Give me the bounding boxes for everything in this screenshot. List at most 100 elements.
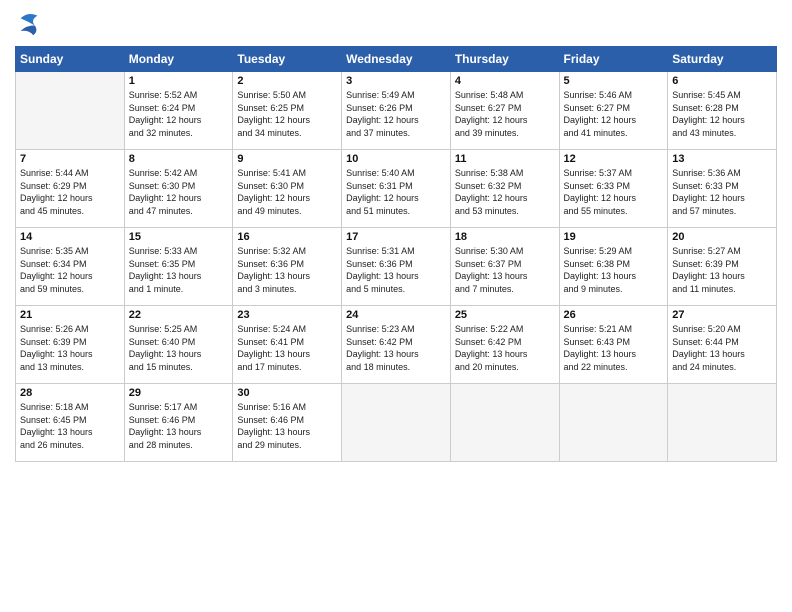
calendar-cell: 10Sunrise: 5:40 AM Sunset: 6:31 PM Dayli… [342,150,451,228]
logo [15,10,47,38]
calendar-cell: 21Sunrise: 5:26 AM Sunset: 6:39 PM Dayli… [16,306,125,384]
day-info: Sunrise: 5:22 AM Sunset: 6:42 PM Dayligh… [455,323,555,373]
day-number: 25 [455,309,555,321]
calendar-cell: 9 Sunrise: 5:41 AM Sunset: 6:30 PM Daylig… [233,150,342,228]
calendar-cell: 11 Sunrise: 5:38 AM Sunset: 6:32 PM Dayli… [450,150,559,228]
header [15,10,777,38]
day-number: 9 [237,153,337,165]
day-info: Sunrise: 5:27 AM Sunset: 6:39 PM Dayligh… [672,245,772,295]
calendar-cell [342,384,451,462]
day-info: Sunrise: 5:17 AM Sunset: 6:46 PM Dayligh… [129,401,229,451]
calendar-cell: 17Sunrise: 5:31 AM Sunset: 6:36 PM Dayli… [342,228,451,306]
calendar-cell: 20 Sunrise: 5:27 AM Sunset: 6:39 PM Dayli… [668,228,777,306]
day-info: Sunrise: 5:52 AM Sunset: 6:24 PM Dayligh… [129,89,229,139]
weekday-header: Thursday [450,47,559,72]
day-number: 20 [672,231,772,243]
calendar-week-row: 1 Sunrise: 5:52 AM Sunset: 6:24 PM Daylig… [16,72,777,150]
day-info: Sunrise: 5:42 AM Sunset: 6:30 PM Dayligh… [129,167,229,217]
day-number: 27 [672,309,772,321]
calendar-cell: 25 Sunrise: 5:22 AM Sunset: 6:42 PM Dayli… [450,306,559,384]
calendar-week-row: 21Sunrise: 5:26 AM Sunset: 6:39 PM Dayli… [16,306,777,384]
weekday-header: Sunday [16,47,125,72]
day-info: Sunrise: 5:48 AM Sunset: 6:27 PM Dayligh… [455,89,555,139]
calendar-cell: 24 Sunrise: 5:23 AM Sunset: 6:42 PM Dayli… [342,306,451,384]
calendar-cell: 12 Sunrise: 5:37 AM Sunset: 6:33 PM Dayli… [559,150,668,228]
day-info: Sunrise: 5:16 AM Sunset: 6:46 PM Dayligh… [237,401,337,451]
day-number: 24 [346,309,446,321]
calendar-body: 1 Sunrise: 5:52 AM Sunset: 6:24 PM Daylig… [16,72,777,462]
calendar-cell: 4 Sunrise: 5:48 AM Sunset: 6:27 PM Daylig… [450,72,559,150]
day-info: Sunrise: 5:49 AM Sunset: 6:26 PM Dayligh… [346,89,446,139]
calendar-cell [16,72,125,150]
day-info: Sunrise: 5:37 AM Sunset: 6:33 PM Dayligh… [564,167,664,217]
day-number: 7 [20,153,120,165]
calendar-cell: 28 Sunrise: 5:18 AM Sunset: 6:45 PM Dayli… [16,384,125,462]
day-number: 28 [20,387,120,399]
day-info: Sunrise: 5:35 AM Sunset: 6:34 PM Dayligh… [20,245,120,295]
day-info: Sunrise: 5:25 AM Sunset: 6:40 PM Dayligh… [129,323,229,373]
calendar-cell: 1 Sunrise: 5:52 AM Sunset: 6:24 PM Daylig… [124,72,233,150]
day-number: 10 [346,153,446,165]
calendar-cell: 14 Sunrise: 5:35 AM Sunset: 6:34 PM Dayli… [16,228,125,306]
calendar-cell [559,384,668,462]
calendar-week-row: 28 Sunrise: 5:18 AM Sunset: 6:45 PM Dayli… [16,384,777,462]
day-number: 8 [129,153,229,165]
day-info: Sunrise: 5:46 AM Sunset: 6:27 PM Dayligh… [564,89,664,139]
day-info: Sunrise: 5:30 AM Sunset: 6:37 PM Dayligh… [455,245,555,295]
page: SundayMondayTuesdayWednesdayThursdayFrid… [0,0,792,612]
calendar-cell: 19 Sunrise: 5:29 AM Sunset: 6:38 PM Dayli… [559,228,668,306]
day-number: 17 [346,231,446,243]
weekday-header: Saturday [668,47,777,72]
day-number: 30 [237,387,337,399]
day-info: Sunrise: 5:26 AM Sunset: 6:39 PM Dayligh… [20,323,120,373]
day-number: 4 [455,75,555,87]
weekday-header: Tuesday [233,47,342,72]
weekday-row: SundayMondayTuesdayWednesdayThursdayFrid… [16,47,777,72]
calendar-cell: 13Sunrise: 5:36 AM Sunset: 6:33 PM Dayli… [668,150,777,228]
day-number: 5 [564,75,664,87]
calendar-cell: 16 Sunrise: 5:32 AM Sunset: 6:36 PM Dayli… [233,228,342,306]
day-number: 14 [20,231,120,243]
day-number: 6 [672,75,772,87]
day-info: Sunrise: 5:18 AM Sunset: 6:45 PM Dayligh… [20,401,120,451]
calendar-header: SundayMondayTuesdayWednesdayThursdayFrid… [16,47,777,72]
calendar-table: SundayMondayTuesdayWednesdayThursdayFrid… [15,46,777,462]
day-number: 22 [129,309,229,321]
day-number: 15 [129,231,229,243]
calendar-week-row: 7Sunrise: 5:44 AM Sunset: 6:29 PM Daylig… [16,150,777,228]
day-info: Sunrise: 5:21 AM Sunset: 6:43 PM Dayligh… [564,323,664,373]
day-info: Sunrise: 5:24 AM Sunset: 6:41 PM Dayligh… [237,323,337,373]
day-info: Sunrise: 5:38 AM Sunset: 6:32 PM Dayligh… [455,167,555,217]
day-number: 18 [455,231,555,243]
calendar-cell: 6 Sunrise: 5:45 AM Sunset: 6:28 PM Daylig… [668,72,777,150]
day-number: 1 [129,75,229,87]
day-number: 16 [237,231,337,243]
day-number: 19 [564,231,664,243]
calendar-cell: 29 Sunrise: 5:17 AM Sunset: 6:46 PM Dayli… [124,384,233,462]
calendar-cell: 27 Sunrise: 5:20 AM Sunset: 6:44 PM Dayli… [668,306,777,384]
calendar-cell: 5 Sunrise: 5:46 AM Sunset: 6:27 PM Daylig… [559,72,668,150]
day-info: Sunrise: 5:33 AM Sunset: 6:35 PM Dayligh… [129,245,229,295]
weekday-header: Monday [124,47,233,72]
day-number: 13 [672,153,772,165]
day-info: Sunrise: 5:45 AM Sunset: 6:28 PM Dayligh… [672,89,772,139]
calendar-cell: 3 Sunrise: 5:49 AM Sunset: 6:26 PM Daylig… [342,72,451,150]
day-number: 3 [346,75,446,87]
day-info: Sunrise: 5:20 AM Sunset: 6:44 PM Dayligh… [672,323,772,373]
day-number: 23 [237,309,337,321]
calendar-cell [668,384,777,462]
calendar-cell: 8 Sunrise: 5:42 AM Sunset: 6:30 PM Daylig… [124,150,233,228]
day-number: 12 [564,153,664,165]
calendar-cell: 18 Sunrise: 5:30 AM Sunset: 6:37 PM Dayli… [450,228,559,306]
weekday-header: Friday [559,47,668,72]
calendar-cell: 23 Sunrise: 5:24 AM Sunset: 6:41 PM Dayli… [233,306,342,384]
day-info: Sunrise: 5:23 AM Sunset: 6:42 PM Dayligh… [346,323,446,373]
day-info: Sunrise: 5:32 AM Sunset: 6:36 PM Dayligh… [237,245,337,295]
day-number: 26 [564,309,664,321]
day-number: 11 [455,153,555,165]
day-info: Sunrise: 5:29 AM Sunset: 6:38 PM Dayligh… [564,245,664,295]
day-number: 2 [237,75,337,87]
day-number: 29 [129,387,229,399]
day-info: Sunrise: 5:41 AM Sunset: 6:30 PM Dayligh… [237,167,337,217]
calendar-cell: 7Sunrise: 5:44 AM Sunset: 6:29 PM Daylig… [16,150,125,228]
